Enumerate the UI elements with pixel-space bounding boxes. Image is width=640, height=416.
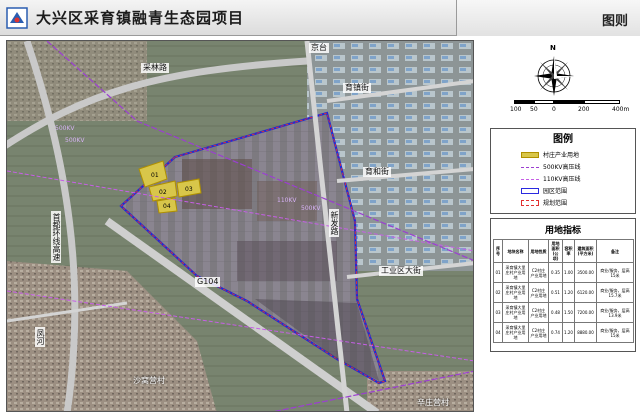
table-cell: 6120.00 xyxy=(574,282,597,303)
road-label-xinfa: 新发路 xyxy=(329,209,339,237)
table-cell: 1.50 xyxy=(562,302,575,323)
table-row[interactable]: 01 采育镇大里庄村产业用地 C2村庄产业用地 0.35 1.00 3500.0… xyxy=(493,262,634,283)
table-cell: 采育镇大里庄村产业用地 xyxy=(502,282,529,303)
table-header-cell: 建筑面积(平方米) xyxy=(574,239,597,263)
table-header-cell: 地块名称 xyxy=(502,239,529,263)
table-cell: 0.74 xyxy=(548,322,563,343)
place-label-shafeng: 沙窝营村 xyxy=(133,376,165,385)
road-label-g104: G104 xyxy=(195,277,221,287)
table-cell: 7200.00 xyxy=(574,302,597,323)
table-cell: 0.51 xyxy=(548,282,563,303)
table-cell: 商业/服务，层高15米 xyxy=(596,322,634,343)
table-cell: 04 xyxy=(493,322,503,343)
north-label: N xyxy=(550,44,556,52)
land-index-panel: 用地指标 序号 地块名称 用地性质 用地面积(公顷) 容积率 建筑面积(平方米)… xyxy=(490,218,636,352)
table-cell: C2村庄产业用地 xyxy=(528,282,549,303)
compass-rose: N xyxy=(524,44,584,104)
figure-label: 图则 xyxy=(601,14,628,29)
map-canvas: 01 02 03 04 xyxy=(7,41,473,411)
table-row[interactable]: 03 采育镇大里庄村产业用地 C2村庄产业用地 0.48 1.50 7200.0… xyxy=(493,302,634,323)
legend-label: 村庄产业用地 xyxy=(543,152,580,159)
table-cell: 3500.00 xyxy=(574,262,597,283)
table-header-row: 序号 地块名称 用地性质 用地面积(公顷) 容积率 建筑面积(平方米) 备注 xyxy=(493,239,634,263)
legend: 图例 村庄产业用地 500KV高压线 110KV高压线 园区范围 规划范围 xyxy=(490,128,636,214)
land-index-table: 序号 地块名称 用地性质 用地面积(公顷) 容积率 建筑面积(平方米) 备注 0… xyxy=(493,239,634,343)
legend-swatch xyxy=(521,167,539,168)
legend-label: 园区范围 xyxy=(543,188,568,195)
header-right-panel: 图则 xyxy=(456,0,640,36)
legend-item: 规划范围 xyxy=(521,199,633,207)
road-label-gongye: 工业区大街 xyxy=(379,266,423,276)
table-cell: 采育镇大里庄村产业用地 xyxy=(502,322,529,343)
table-header-cell: 序号 xyxy=(493,239,503,263)
table-cell: 采育镇大里庄村产业用地 xyxy=(502,262,529,283)
road-label-yuhe: 育和街 xyxy=(363,167,391,177)
side-panel: N 100 50 0 200 400m 图例 村庄产业用地 500KV高压线 1… xyxy=(474,40,640,416)
satellite-map[interactable]: 01 02 03 04 采林路 育镇街 育和街 工业区大街 京台 新发路 G10… xyxy=(6,40,474,412)
legend-item: 110KV高压线 xyxy=(521,175,633,183)
compass-icon xyxy=(534,56,574,96)
table-cell: 8880.00 xyxy=(574,322,597,343)
legend-swatch xyxy=(521,200,539,206)
table-header-cell: 用地性质 xyxy=(528,239,549,263)
legend-item: 村庄产业用地 xyxy=(521,151,633,159)
table-cell: 商业/服务，层高15.7米 xyxy=(596,282,634,303)
table-cell: 1.20 xyxy=(562,282,575,303)
legend-label: 500KV高压线 xyxy=(543,164,581,171)
scale-tick: 0 xyxy=(552,106,556,113)
table-header-cell: 容积率 xyxy=(562,239,575,263)
table-cell: 商业/服务，层高15米 xyxy=(596,262,634,283)
table-row[interactable]: 04 采育镇大里庄村产业用地 C2村庄产业用地 0.74 1.20 8880.0… xyxy=(493,322,634,343)
svg-text:03: 03 xyxy=(185,186,193,193)
svg-text:04: 04 xyxy=(163,203,171,210)
header-bar: 大兴区采育镇融青生态园项目 图则 xyxy=(0,0,640,36)
table-cell: 采育镇大里庄村产业用地 xyxy=(502,302,529,323)
scale-tick: 400m xyxy=(612,106,630,113)
road-label-jinghu: 京台 xyxy=(309,43,329,53)
line-label-110: 110KV xyxy=(277,197,297,204)
logo-icon xyxy=(6,7,28,29)
legend-swatch xyxy=(521,152,539,158)
table-cell: 01 xyxy=(493,262,503,283)
table-cell: 02 xyxy=(493,282,503,303)
scale-bar: 100 50 0 200 400m xyxy=(510,98,629,118)
svg-text:01: 01 xyxy=(151,172,159,179)
legend-label: 110KV高压线 xyxy=(543,176,581,183)
table-cell: 0.35 xyxy=(548,262,563,283)
svg-text:02: 02 xyxy=(159,189,167,196)
road-label-fengxian: 凤河 xyxy=(35,327,45,347)
table-cell: 03 xyxy=(493,302,503,323)
scale-tick: 50 xyxy=(530,106,538,113)
table-cell: C2村庄产业用地 xyxy=(528,302,549,323)
table-cell: C2村庄产业用地 xyxy=(528,322,549,343)
line-label-500b: 500KV xyxy=(65,137,85,144)
table-cell: 1.20 xyxy=(562,322,575,343)
line-label-500a: 500KV xyxy=(55,125,75,132)
legend-item: 园区范围 xyxy=(521,187,633,195)
legend-item: 500KV高压线 xyxy=(521,163,633,171)
legend-swatch xyxy=(521,179,539,180)
table-header-cell: 备注 xyxy=(596,239,634,263)
table-header-cell: 用地面积(公顷) xyxy=(548,239,563,263)
legend-title: 图例 xyxy=(553,134,573,145)
place-label-xinzhuang: 辛庄营村 xyxy=(417,398,449,407)
scale-tick: 200 xyxy=(578,106,590,113)
table-cell: 1.00 xyxy=(562,262,575,283)
road-label-shouyi: 首都环线高速 xyxy=(51,211,61,263)
table-cell: 商业/服务，层高13.9米 xyxy=(596,302,634,323)
legend-label: 规划范围 xyxy=(543,200,568,207)
land-index-title: 用地指标 xyxy=(544,226,581,236)
page-title: 大兴区采育镇融青生态园项目 xyxy=(36,9,245,27)
legend-swatch xyxy=(521,188,539,194)
table-cell: 0.48 xyxy=(548,302,563,323)
table-cell: C2村庄产业用地 xyxy=(528,262,549,283)
scale-tick: 100 xyxy=(510,106,522,113)
table-row[interactable]: 02 采育镇大里庄村产业用地 C2村庄产业用地 0.51 1.20 6120.0… xyxy=(493,282,634,303)
line-label-500c: 500KV xyxy=(301,205,321,212)
road-label-cailin: 采林路 xyxy=(141,63,169,73)
road-label-yuxian: 育镇街 xyxy=(343,83,371,93)
